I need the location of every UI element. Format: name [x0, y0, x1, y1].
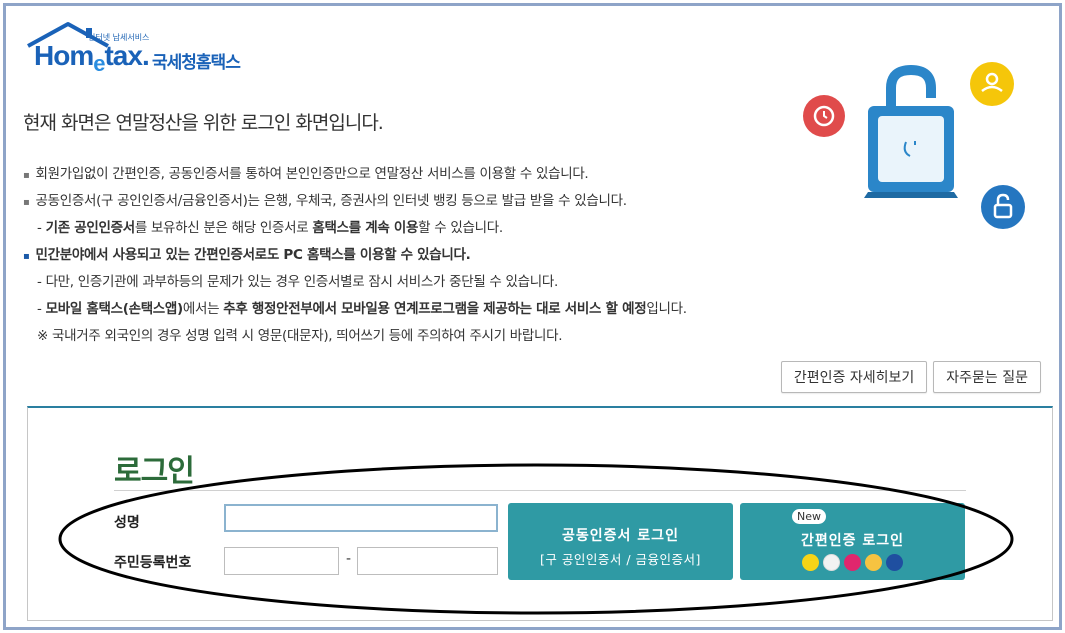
notice-list: 회원가입없이 간편인증, 공동인증서를 통하여 본인인증만으로 연말정산 서비스… — [23, 162, 923, 351]
notice-item: - 모바일 홈택스(손택스앱)에서는 추후 행정안전부에서 모바일용 연계프로그… — [37, 301, 687, 317]
samsung-pass-icon — [886, 554, 903, 571]
simple-button-title: 간편인증 로그인 — [800, 533, 905, 549]
payco-icon — [823, 554, 840, 571]
notice-item: ※ 국내거주 외국인의 경우 성명 입력 시 영문(대문자), 띄어쓰기 등에 … — [37, 328, 563, 344]
divider — [114, 490, 966, 491]
logo-wordmark: Hometax. — [34, 40, 150, 76]
simple-auth-detail-button[interactable]: 간편인증 자세히보기 — [780, 361, 928, 393]
notice-item: 공동인증서(구 공인인증서/금융인증서)는 은행, 우체국, 증권사의 인터넷 … — [23, 189, 923, 216]
cert-button-title: 공동인증서 로그인 — [562, 528, 679, 544]
rrn-front-input[interactable] — [224, 547, 339, 575]
name-input[interactable] — [224, 504, 498, 532]
notice-item: - 다만, 인증기관에 과부하등의 문제가 있는 경우 인증서별로 잠시 서비스… — [37, 274, 559, 290]
page-frame: 인터넷 납세서비스 Hometax. 국세청홈택스 현재 화면은 연말정산을 위… — [3, 3, 1062, 630]
login-panel: 로그인 성명 주민등록번호 - 공동인증서 로그인 [구 공인인증서 / 금융인… — [27, 406, 1053, 621]
rrn-label: 주민등록번호 — [114, 555, 192, 571]
login-title: 로그인 — [114, 454, 195, 489]
hometax-logo[interactable]: 인터넷 납세서비스 Hometax. 국세청홈택스 — [26, 20, 266, 76]
padlock-icon — [981, 185, 1025, 229]
joint-certificate-login-button[interactable]: 공동인증서 로그인 [구 공인인증서 / 금융인증서] — [508, 503, 733, 580]
notice-item: 회원가입없이 간편인증, 공동인증서를 통하여 본인인증만으로 연말정산 서비스… — [23, 162, 923, 189]
simple-auth-login-button[interactable]: New 간편인증 로그인 — [740, 503, 965, 580]
logo-korean-name: 국세청홈택스 — [152, 53, 241, 73]
kb-icon — [865, 554, 882, 571]
simple-auth-provider-icons — [740, 554, 965, 571]
name-label: 성명 — [114, 515, 140, 531]
page-title: 현재 화면은 연말정산을 위한 로그인 화면입니다. — [23, 112, 384, 134]
new-badge: New — [792, 509, 826, 524]
kakao-icon — [802, 554, 819, 571]
rrn-dash: - — [346, 551, 352, 567]
rrn-back-input[interactable] — [357, 547, 498, 575]
cert-button-subtitle: [구 공인인증서 / 금융인증서] — [540, 552, 701, 567]
faq-button[interactable]: 자주묻는 질문 — [933, 361, 1041, 393]
notice-item: - 기존 공인인증서를 보유하신 분은 해당 인증서로 홈택스를 계속 이용할 … — [37, 220, 503, 236]
help-button-row: 간편인증 자세히보기 자주묻는 질문 — [780, 361, 1041, 393]
notice-item-highlight: 민간분야에서 사용되고 있는 간편인증서로도 PC 홈택스를 이용할 수 있습니… — [23, 243, 923, 270]
pass-icon — [844, 554, 861, 571]
